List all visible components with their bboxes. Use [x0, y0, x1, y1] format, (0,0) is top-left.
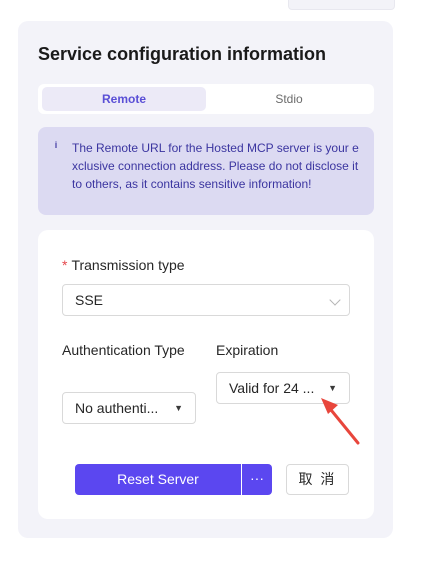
more-options-button[interactable]: ··· [242, 464, 272, 495]
reset-server-button[interactable]: Reset Server [75, 464, 241, 495]
cancel-button[interactable]: 取 消 [286, 464, 349, 495]
